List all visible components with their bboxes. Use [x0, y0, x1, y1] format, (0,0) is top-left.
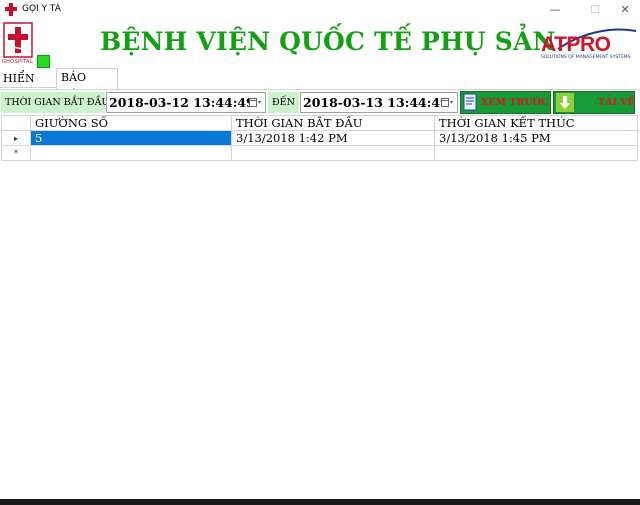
table-cell-end-time[interactable]: 3/13/2018 1:45 PM [434, 130, 638, 146]
minimize-button[interactable]: — [535, 0, 575, 20]
column-header-end-time[interactable]: THỜI GIAN KẾT THÚC [434, 115, 638, 131]
taskbar-edge [0, 499, 640, 505]
column-header-bed[interactable]: GIƯỜNG SỐ [30, 115, 232, 131]
table-cell-bed[interactable]: 5 [30, 130, 232, 146]
start-time-label: THỜI GIAN BẮT ĐẦU [1, 92, 109, 113]
table-cell-end-time[interactable] [434, 145, 638, 161]
end-time-value: 2018-03-13 13:44:49 [303, 95, 449, 110]
row-header-corner [1, 115, 31, 131]
calendar-dropdown-icon[interactable] [441, 97, 454, 108]
document-preview-icon [463, 93, 477, 111]
preview-button-label: XEM TRƯỚC [481, 97, 549, 108]
table-cell-start-time[interactable]: 3/13/2018 1:42 PM [231, 130, 435, 146]
end-time-label: ĐẾN [268, 92, 299, 113]
current-row-marker[interactable]: ▸ [1, 130, 31, 146]
tab-bar: HIỂN THỊ BÁO CÁO [0, 68, 640, 102]
brand-logo: ATPRO [541, 33, 611, 56]
report-data-grid[interactable]: GIƯỜNG SỐ THỜI GIAN BẮT ĐẦU THỜI GIAN KẾ… [1, 115, 638, 165]
column-header-start-time[interactable]: THỜI GIAN BẮT ĐẦU [231, 115, 435, 131]
tab-display[interactable]: HIỂN THỊ [0, 70, 58, 102]
download-button[interactable]: TẢI VỀ [553, 91, 635, 114]
window-title: GỌI Y TÁ [22, 4, 61, 14]
download-arrow-icon [556, 93, 574, 112]
table-row-new[interactable]: * [1, 145, 638, 161]
header-banner: GHOSPITAL BỆNH VIỆN QUỐC TẾ PHỤ SẢN ATPR… [0, 21, 640, 68]
page-title: BỆNH VIỆN QUỐC TẾ PHỤ SẢN [100, 27, 556, 56]
hospital-cross-icon [5, 3, 17, 16]
table-cell-bed[interactable] [30, 145, 232, 161]
table-row[interactable]: ▸ 5 3/13/2018 1:42 PM 3/13/2018 1:45 PM [1, 130, 638, 146]
end-time-picker[interactable]: 2018-03-13 13:44:49 [300, 92, 458, 113]
start-time-picker[interactable]: 2018-03-12 13:44:49 [106, 92, 266, 113]
close-button[interactable]: ✕ [605, 0, 640, 20]
download-button-label: TẢI VỀ [598, 97, 635, 108]
tab-report[interactable]: BÁO CÁO [56, 68, 118, 102]
hospital-logo-caption: GHOSPITAL [2, 59, 33, 65]
new-row-marker[interactable]: * [1, 145, 31, 161]
status-indicator [37, 55, 50, 68]
calendar-dropdown-icon[interactable] [249, 97, 262, 108]
report-filter-toolbar: THỜI GIAN BẮT ĐẦU 2018-03-12 13:44:49 ĐẾ… [0, 89, 640, 114]
app-window: GỌI Y TÁ — ☐ ✕ GHOSPITAL BỆNH VIỆN QUỐC … [0, 0, 640, 505]
table-cell-start-time[interactable] [231, 145, 435, 161]
grid-header-row: GIƯỜNG SỐ THỜI GIAN BẮT ĐẦU THỜI GIAN KẾ… [1, 115, 638, 131]
preview-button[interactable]: XEM TRƯỚC [460, 91, 551, 114]
start-time-value: 2018-03-12 13:44:49 [109, 95, 255, 110]
title-bar: GỌI Y TÁ — ☐ ✕ [0, 0, 640, 20]
brand-tagline: SOLUTIONS OF MANAGEMENT SYSTEMS [541, 55, 631, 60]
